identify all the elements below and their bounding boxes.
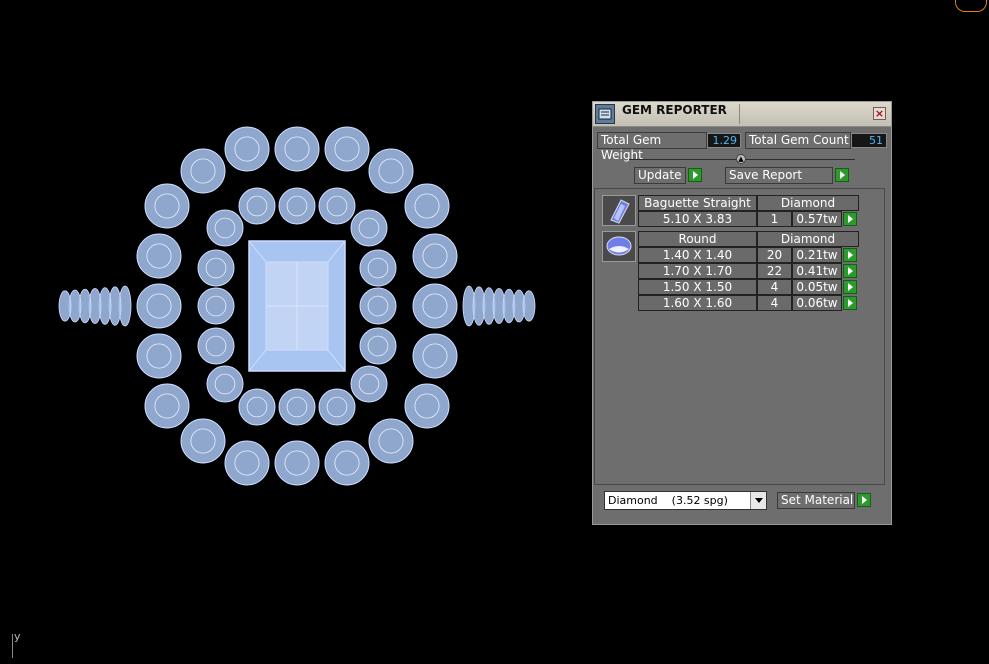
round-gem: [404, 383, 450, 429]
round-gem: [136, 283, 182, 329]
round-gem: [274, 440, 320, 486]
material-select-value: Diamond (3.52 spg): [608, 494, 728, 507]
round-gem: [274, 126, 320, 172]
splitter-handle[interactable]: ▲: [736, 154, 746, 164]
group-material-header: Diamond: [757, 195, 859, 211]
round-gem: [238, 187, 276, 225]
gem-count: 4: [757, 279, 792, 295]
round-gem: [197, 327, 235, 365]
select-gem-arrow-button[interactable]: [843, 212, 857, 226]
round-gem: [412, 333, 458, 379]
round-gem: [144, 183, 190, 229]
round-gem: [224, 440, 270, 486]
save-report-button[interactable]: Save Report: [725, 167, 833, 184]
round-gem: [350, 209, 388, 247]
gem-weight: 0.05tw: [792, 279, 842, 295]
round-gem: [324, 440, 370, 486]
update-button[interactable]: Update: [634, 167, 686, 184]
total-count-label: Total Gem Count: [745, 132, 851, 149]
gem-list[interactable]: Baguette Straight Diamond 5.10 X 3.83 1 …: [594, 188, 885, 485]
round-gem: [197, 249, 235, 287]
update-arrow-button[interactable]: [688, 168, 702, 182]
select-gem-arrow-button[interactable]: [843, 264, 857, 278]
close-button[interactable]: ×: [873, 107, 886, 120]
gem-reporter-panel: GEM REPORTER × Total Gem Weight 1.29 Tot…: [592, 101, 892, 525]
gem-count: 1: [757, 211, 792, 227]
axis-line: [12, 634, 13, 658]
gem-weight: 0.21tw: [792, 247, 842, 263]
round-gem: [238, 388, 276, 426]
gem-reporter-icon: [595, 104, 615, 124]
panel-title: GEM REPORTER: [622, 103, 727, 117]
gem-weight: 0.06tw: [792, 295, 842, 311]
gem-count: 4: [757, 295, 792, 311]
round-gem: [368, 148, 414, 194]
round-gem: [404, 183, 450, 229]
round-gem: [318, 388, 356, 426]
round-gem: [136, 333, 182, 379]
round-gem: [180, 418, 226, 464]
gem-size: 1.40 X 1.40: [638, 247, 757, 263]
save-report-arrow-button[interactable]: [835, 168, 849, 182]
group-material-header: Diamond: [757, 231, 859, 247]
title-separator: [739, 104, 740, 124]
gem-size: 1.70 X 1.70: [638, 263, 757, 279]
gem-count: 22: [757, 263, 792, 279]
chevron-down-icon[interactable]: [750, 492, 766, 509]
shank-gem: [58, 290, 72, 322]
round-gem: [206, 209, 244, 247]
gem-weight: 0.57tw: [792, 211, 842, 227]
round-gem: [412, 233, 458, 279]
round-gem: [278, 388, 316, 426]
round-gem: [144, 383, 190, 429]
total-count-value: 51: [851, 133, 887, 148]
round-gem-icon[interactable]: [602, 231, 636, 262]
round-gem: [412, 283, 458, 329]
round-gem: [224, 126, 270, 172]
set-material-button[interactable]: Set Material: [777, 492, 855, 509]
group-shape-header: Baguette Straight: [638, 195, 757, 211]
gem-weight: 0.41tw: [792, 263, 842, 279]
gem-size: 1.50 X 1.50: [638, 279, 757, 295]
select-gem-arrow-button[interactable]: [843, 248, 857, 262]
axis-label-y: y: [14, 630, 21, 643]
round-gem: [324, 126, 370, 172]
group-shape-header: Round: [638, 231, 757, 247]
gem-size: 5.10 X 3.83: [638, 211, 757, 227]
total-weight-value: 1.29: [707, 133, 741, 148]
round-gem: [136, 233, 182, 279]
round-gem: [359, 287, 397, 325]
round-gem: [278, 187, 316, 225]
total-weight-label: Total Gem Weight: [597, 132, 707, 162]
round-gem: [359, 327, 397, 365]
baguette-gem-icon[interactable]: [602, 195, 636, 226]
set-material-arrow-button[interactable]: [857, 493, 871, 507]
titlebar[interactable]: GEM REPORTER ×: [593, 102, 891, 127]
view-cube-icon[interactable]: [955, 0, 987, 12]
round-gem: [350, 365, 388, 403]
round-gem: [197, 287, 235, 325]
round-gem: [206, 365, 244, 403]
round-gem: [180, 148, 226, 194]
material-select[interactable]: Diamond (3.52 spg): [604, 491, 767, 510]
round-gem: [368, 418, 414, 464]
round-gem: [318, 187, 356, 225]
shank-gem: [522, 290, 536, 322]
gem-count: 20: [757, 247, 792, 263]
select-gem-arrow-button[interactable]: [843, 296, 857, 310]
select-gem-arrow-button[interactable]: [843, 280, 857, 294]
gem-size: 1.60 X 1.60: [638, 295, 757, 311]
round-gem: [359, 249, 397, 287]
